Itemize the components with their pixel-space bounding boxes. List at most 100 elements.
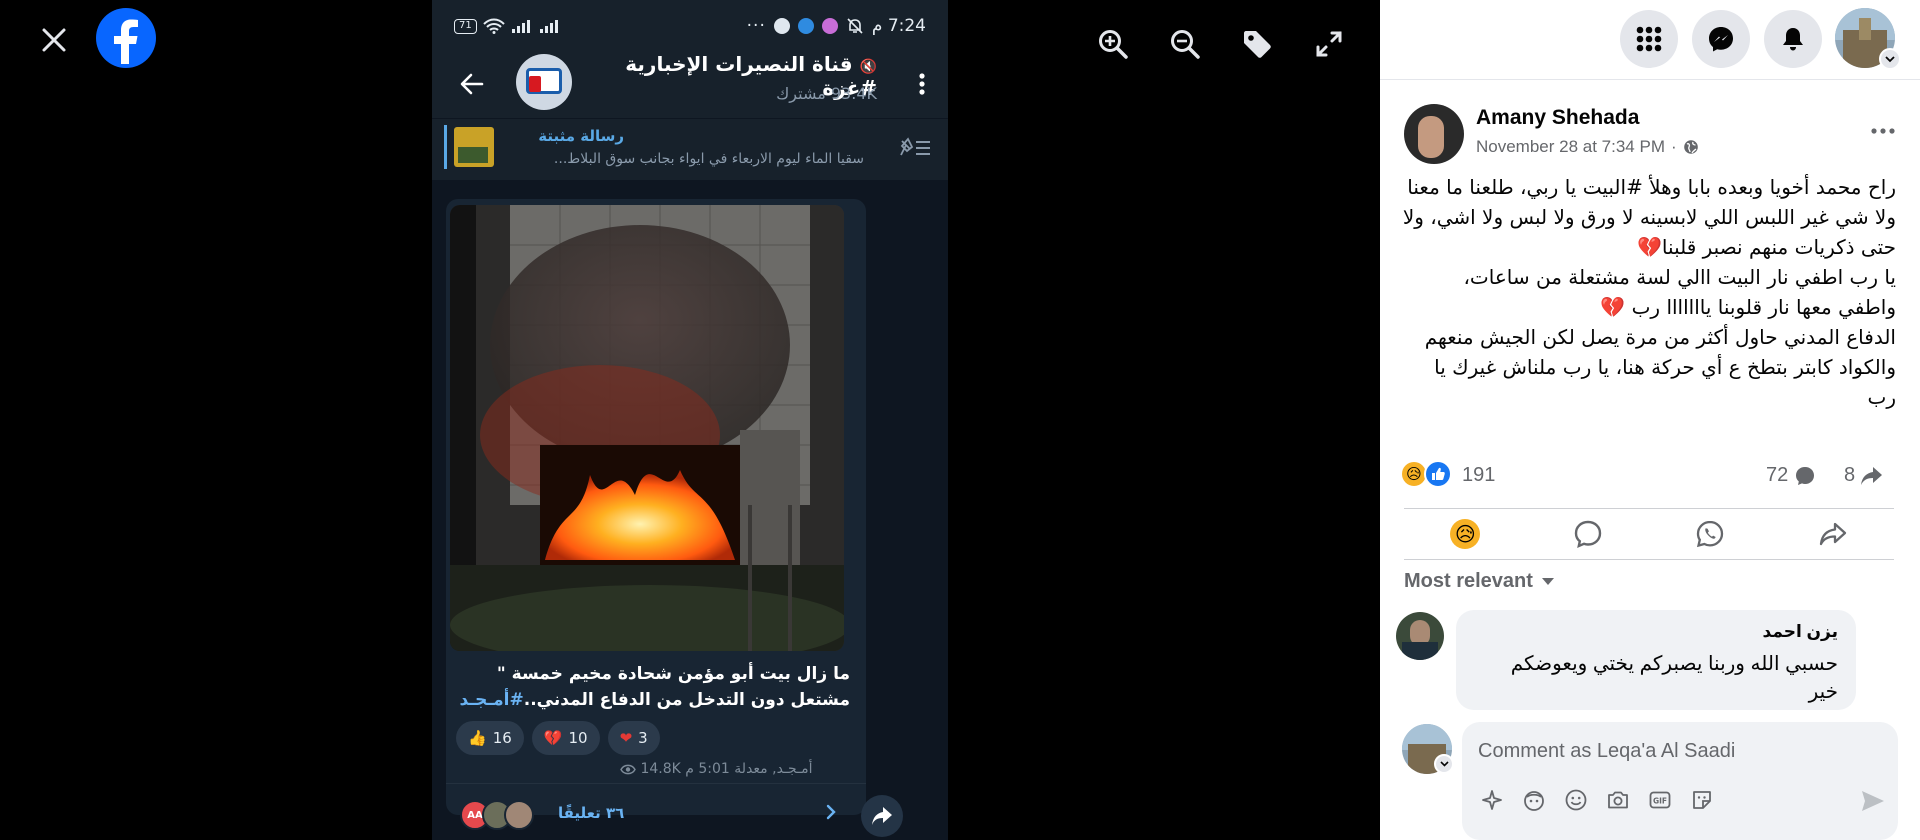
pinned-message-bar[interactable]: رسالة مثبتة سقيا الماء ليوم الاربعاء في … (432, 118, 948, 176)
channel-post: ما زال بيت أبو مؤمن شحادة مخيم خمسة " مش… (446, 199, 866, 830)
signal-icon (539, 20, 558, 33)
reaction-count: 16 (492, 729, 512, 747)
broken-heart-icon: 💔 (543, 729, 563, 747)
tag-icon (1244, 31, 1271, 58)
post-date-link[interactable]: November 28 at 7:34 PM (1476, 137, 1665, 157)
arrow-left-icon (460, 73, 484, 95)
sparkle-icon (1482, 790, 1502, 810)
comment-text: حسبي الله وربنا يصبركم يختي ويعوضكم خير (1510, 653, 1838, 703)
zoom-out-button[interactable] (1167, 26, 1203, 62)
hashtag-link[interactable]: #أمـجـد (459, 690, 523, 710)
post-actions: 😥 (1404, 508, 1894, 560)
zoom-out-icon (1171, 30, 1200, 59)
post-author-name[interactable]: Amany Shehada (1476, 106, 1639, 130)
sticker-button[interactable] (1688, 786, 1716, 814)
comment-total-value: 72 (1766, 464, 1789, 486)
emoji-icon (1565, 789, 1587, 811)
fullscreen-button[interactable] (1311, 26, 1347, 62)
commenter-name[interactable]: يزن احمد (1474, 622, 1839, 642)
forward-button[interactable] (861, 795, 903, 837)
share-total-value: 8 (1844, 464, 1856, 486)
messenger-button[interactable] (1692, 10, 1750, 68)
pinned-list-icon (900, 137, 930, 156)
account-toolbar (1380, 0, 1920, 80)
post-author-avatar[interactable] (1404, 104, 1464, 164)
more-notifications-icon: ··· (746, 16, 766, 36)
chevron-down-icon[interactable] (1434, 754, 1454, 774)
phone-status-bar: 71 ··· 7:24 م (432, 0, 948, 52)
channel-avatar[interactable] (516, 54, 572, 110)
commenter-avatars: AA (460, 800, 534, 830)
avatar-button[interactable] (1520, 786, 1548, 814)
avatar-sticker-button[interactable] (1478, 786, 1506, 814)
avatar-face-icon (1524, 791, 1544, 811)
channel-menu-button[interactable] (910, 66, 934, 102)
post-details-panel: Amany Shehada November 28 at 7:34 PM · ر… (1380, 0, 1920, 840)
post-paragraph: الدفاع المدني حاول أكثر من مرة يصل لكن ا… (1424, 325, 1896, 409)
menu-button[interactable] (1620, 10, 1678, 68)
comment-count: ٣٦ تعليقًا (558, 804, 625, 822)
comment-icon (1574, 520, 1601, 548)
comment-input[interactable] (1478, 736, 1878, 766)
more-vertical-icon (919, 73, 925, 95)
reaction-total[interactable]: 191 (1462, 464, 1495, 487)
fire-photo[interactable] (450, 205, 844, 651)
post-meta: أمـجـد, معدلة 5:01 م 14.8K (606, 761, 813, 777)
grid-menu-icon (1636, 26, 1662, 52)
app-notification-icon (797, 18, 814, 34)
post-timestamp: November 28 at 7:34 PM · (1476, 137, 1699, 157)
composer-tools: GIF (1478, 786, 1716, 814)
reaction-thumbs-up[interactable]: 👍 16 (456, 721, 524, 755)
telegram-screenshot: 71 ··· 7:24 م 🔇 قناة النصيرات الإخبارية … (432, 0, 948, 840)
comment-sort-dropdown[interactable]: Most relevant (1404, 570, 1555, 593)
more-horizontal-icon (1871, 128, 1895, 134)
send-comment-button[interactable] (1858, 786, 1888, 816)
messenger-icon (1709, 27, 1733, 52)
pinned-text: سقيا الماء ليوم الاربعاء في ايواء بجانب … (553, 151, 864, 167)
commenter-avatar[interactable] (1396, 612, 1444, 660)
comment-total[interactable]: 72 (1766, 464, 1816, 487)
sticker-icon (1693, 791, 1711, 809)
view-count: 14.8K (620, 761, 681, 777)
svg-text:GIF: GIF (1653, 796, 1667, 805)
post-author-time: أمـجـد, معدلة 5:01 م (685, 761, 813, 777)
signal-icon (511, 20, 530, 33)
photo-button[interactable] (1604, 786, 1632, 814)
whatsapp-share-button[interactable] (1680, 512, 1740, 556)
gif-button[interactable]: GIF (1646, 786, 1674, 814)
channel-header: 🔇 قناة النصيرات الإخبارية #غزة 93.4K مشت… (432, 52, 948, 118)
pinned-list-button[interactable] (898, 135, 932, 161)
engagement-summary: 😥 191 72 8 (1400, 458, 1900, 494)
mute-icon: 🔇 (859, 59, 877, 75)
whatsapp-icon (1697, 520, 1724, 548)
close-icon (42, 28, 66, 52)
close-viewer-button[interactable] (34, 20, 74, 60)
react-button[interactable]: 😥 (1435, 512, 1495, 556)
battery-indicator: 71 (454, 18, 477, 34)
eye-icon (620, 764, 636, 774)
reaction-broken-heart[interactable]: 💔 10 (531, 721, 600, 755)
chevron-down-icon[interactable] (1879, 48, 1901, 70)
share-button[interactable] (1803, 512, 1863, 556)
thumbs-up-icon: 👍 (468, 729, 487, 747)
pinned-thumbnail (454, 127, 494, 167)
comment-bubble: يزن احمد حسبي الله وربنا يصبركم يختي ويع… (1456, 610, 1856, 710)
share-total[interactable]: 8 (1844, 464, 1883, 487)
comment-button[interactable] (1558, 512, 1618, 556)
separator: · (1670, 137, 1677, 156)
bell-icon (1783, 28, 1803, 51)
reaction-heart[interactable]: ❤ 3 (607, 721, 660, 755)
camera-icon (1608, 791, 1628, 809)
zoom-in-button[interactable] (1095, 26, 1131, 62)
sort-label: Most relevant (1404, 570, 1533, 592)
facebook-logo-icon[interactable] (96, 8, 156, 68)
zoom-in-icon (1099, 30, 1128, 59)
comments-link[interactable]: AA ٣٦ تعليقًا (446, 783, 866, 830)
post-options-button[interactable] (1866, 114, 1900, 148)
back-button[interactable] (454, 66, 490, 102)
gif-icon: GIF (1649, 791, 1671, 809)
notifications-button[interactable] (1764, 10, 1822, 68)
tag-photo-button[interactable] (1239, 26, 1275, 62)
emoji-button[interactable] (1562, 786, 1590, 814)
reaction-icons[interactable]: 😥 (1400, 460, 1452, 488)
